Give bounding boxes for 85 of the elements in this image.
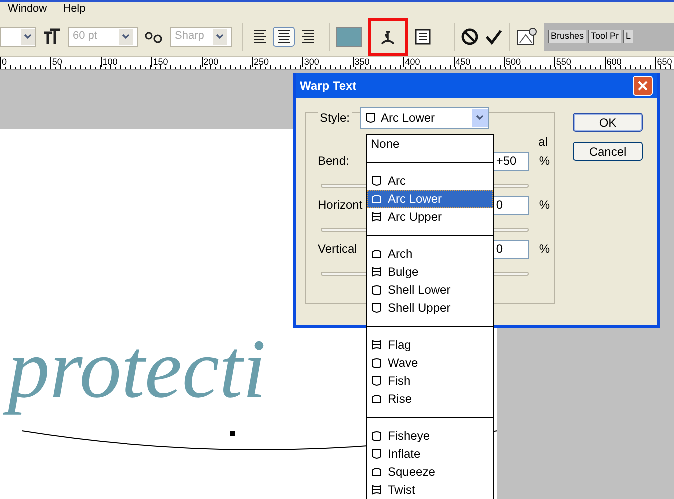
ruler-label: 550 <box>554 57 572 67</box>
font-style-field[interactable] <box>0 26 36 46</box>
ruler-label: 350 <box>352 57 370 67</box>
warp-shape-icon <box>371 248 383 260</box>
palettes-icon[interactable] <box>414 28 432 46</box>
warp-shape-icon <box>371 430 383 442</box>
style-label: Style: <box>318 109 352 127</box>
palette-tab[interactable]: Tool Pr <box>588 30 622 44</box>
value-field[interactable]: 0 <box>492 240 530 258</box>
style-value: Arc Lower <box>381 110 436 127</box>
style-option[interactable]: Wave <box>367 354 493 372</box>
percent-label: % <box>539 153 550 170</box>
palette-tab[interactable]: L <box>623 30 634 44</box>
close-icon <box>638 80 648 90</box>
font-size-icon <box>42 28 62 46</box>
style-option[interactable]: Fish <box>367 372 493 390</box>
warp-shape-icon <box>371 193 383 205</box>
dialog-title: Warp Text <box>300 78 357 94</box>
checkmark-icon[interactable] <box>485 28 503 46</box>
caret-icon <box>24 34 32 40</box>
canvas-text: protecti <box>2 315 280 425</box>
warp-shape-icon <box>371 393 383 405</box>
ruler-label: 650 <box>655 57 672 67</box>
style-dropdown[interactable]: Arc Lower <box>360 107 490 129</box>
ruler-label: 600 <box>604 57 622 67</box>
orientation-label: al <box>538 134 548 151</box>
text-color-swatch[interactable] <box>336 26 362 46</box>
close-button[interactable] <box>633 76 653 96</box>
warp-shape-icon <box>371 448 383 460</box>
dialog-button[interactable]: OK <box>573 113 643 132</box>
antialias-icon <box>144 30 164 44</box>
ruler-label: 200 <box>202 57 219 67</box>
style-option[interactable]: Inflate <box>367 445 493 463</box>
style-option[interactable]: Arc Upper <box>367 208 493 226</box>
style-option[interactable]: Arch <box>367 245 493 263</box>
style-option[interactable]: Rise <box>367 390 493 408</box>
caret-icon <box>122 34 130 40</box>
style-option[interactable]: Bulge <box>367 263 493 281</box>
ruler-label: 50 <box>50 57 62 67</box>
value-field[interactable]: +50 <box>492 152 530 170</box>
palette-tab[interactable]: Brushes <box>548 30 586 44</box>
warp-shape-icon <box>371 466 383 478</box>
ruler-label: 150 <box>151 57 168 67</box>
field-label: Bend: <box>318 153 350 170</box>
style-option[interactable]: Flag <box>367 336 493 354</box>
caret-icon <box>216 34 224 40</box>
field-label: Horizont <box>318 197 363 214</box>
warp-shape-icon <box>371 339 383 351</box>
arc-lower-icon <box>365 112 378 124</box>
warp-shape-icon <box>371 266 383 278</box>
percent-label: % <box>539 241 550 258</box>
style-option[interactable]: Shell Upper <box>367 299 493 317</box>
warp-text-button[interactable] <box>368 18 408 56</box>
warp-shape-icon <box>371 302 383 314</box>
warp-shape-icon <box>371 484 383 496</box>
style-option[interactable]: Squeeze <box>367 463 493 481</box>
style-option[interactable]: Arc <box>367 172 493 190</box>
ruler-label: 500 <box>504 57 522 67</box>
warp-shape-icon <box>371 284 383 296</box>
ruler-label: 250 <box>252 57 270 67</box>
percent-label: % <box>539 197 550 214</box>
caret-icon <box>476 115 484 121</box>
style-option[interactable]: Twist <box>367 481 493 499</box>
warp-shape-icon <box>371 375 383 387</box>
ruler-label: 0 <box>0 57 8 67</box>
warp-shape-icon <box>371 175 383 187</box>
cancel-icon[interactable] <box>461 28 479 46</box>
menu-item[interactable]: Window <box>8 1 48 18</box>
warp-shape-icon <box>371 211 383 223</box>
menu-item[interactable]: Help <box>63 1 86 18</box>
ruler-label: 100 <box>100 57 118 67</box>
field-label: Vertical <box>318 241 358 258</box>
image-edit-icon[interactable] <box>516 26 538 46</box>
style-option[interactable]: Arc Lower <box>367 190 493 208</box>
value-field[interactable]: 0 <box>492 196 530 214</box>
style-option[interactable]: Shell Lower <box>367 281 493 299</box>
dialog-button[interactable]: Cancel <box>573 142 643 161</box>
ruler-label: 450 <box>454 57 471 67</box>
warp-shape-icon <box>371 357 383 369</box>
ruler-label: 400 <box>403 57 420 67</box>
style-option[interactable]: Fisheye <box>367 427 493 445</box>
anchor-point-marker <box>230 431 235 436</box>
align-button[interactable] <box>273 26 295 46</box>
style-option[interactable]: None <box>367 135 493 153</box>
ruler-label: 300 <box>302 57 320 67</box>
